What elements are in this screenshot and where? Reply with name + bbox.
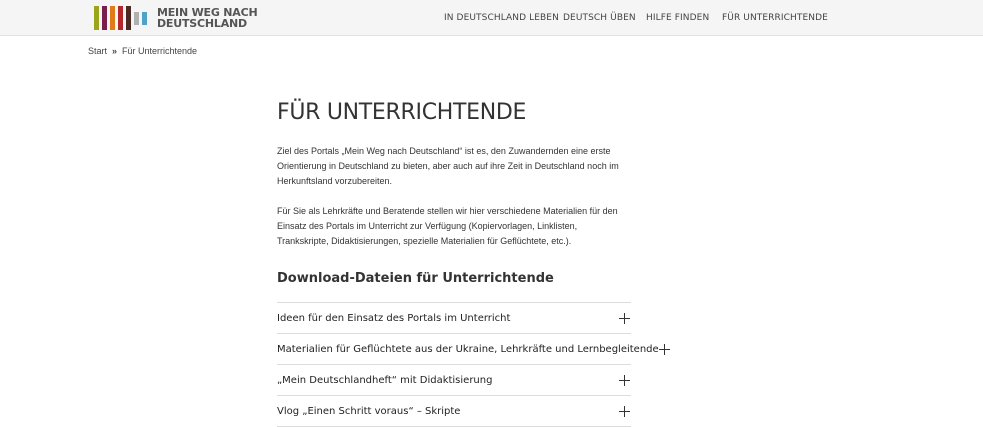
downloads-section-title: Download-Dateien für Unterrichtende: [277, 271, 554, 286]
logo-bar: [142, 11, 147, 25]
breadcrumb-current: Für Unterrichtende: [122, 46, 198, 56]
logo-bar: [102, 6, 107, 30]
accordion-item-label: Vlog „Einen Schritt voraus“ – Skripte: [277, 405, 461, 417]
logo-bar: [118, 6, 123, 30]
breadcrumb-home-link[interactable]: Start: [88, 46, 107, 56]
logo-bar: [94, 6, 99, 30]
nav-item-in-deutschland-leben[interactable]: IN DEUTSCHLAND LEBEN: [444, 13, 559, 23]
intro-paragraph: Ziel des Portals „Mein Weg nach Deutschl…: [277, 146, 619, 186]
nav-item-deutsch-ueben[interactable]: DEUTSCH ÜBEN: [563, 13, 636, 23]
logo-bar: [134, 11, 139, 25]
plus-icon[interactable]: [619, 405, 630, 417]
plus-icon[interactable]: [619, 312, 630, 324]
accordion-item-label: Materialien für Geflüchtete aus der Ukra…: [277, 343, 659, 355]
plus-icon[interactable]: [619, 374, 630, 386]
logo-bar: [126, 6, 131, 30]
accordion-item-materialien-ukraine[interactable]: Materialien für Geflüchtete aus der Ukra…: [277, 334, 670, 365]
logo-bars-icon: [94, 6, 147, 30]
page-title: FÜR UNTERRICHTENDE: [277, 100, 527, 125]
accordion-item-label: Ideen für den Einsatz des Portals im Unt…: [277, 312, 511, 324]
accordion-item-deutschlandheft[interactable]: „Mein Deutschlandheft“ mit Didaktisierun…: [277, 365, 631, 396]
downloads-accordion: Ideen für den Einsatz des Portals im Unt…: [277, 302, 670, 427]
breadcrumb-separator-icon: »: [112, 46, 118, 56]
accordion-item-ideen[interactable]: Ideen für den Einsatz des Portals im Unt…: [277, 303, 631, 334]
nav-item-hilfe-finden[interactable]: HILFE FINDEN: [646, 13, 709, 23]
logo-bar: [110, 6, 115, 30]
breadcrumb: Start » Für Unterrichtende: [88, 46, 197, 56]
main-content: FÜR UNTERRICHTENDE Ziel des Portals „Mei…: [277, 98, 670, 427]
accordion-item-vlog-skripte[interactable]: Vlog „Einen Schritt voraus“ – Skripte: [277, 396, 631, 427]
logo-wordmark: MEIN WEG NACH DEUTSCHLAND: [157, 7, 258, 29]
logo-line-2: DEUTSCHLAND: [157, 17, 247, 30]
accordion-item-label: „Mein Deutschlandheft“ mit Didaktisierun…: [277, 374, 493, 386]
nav-item-fuer-unterrichtende[interactable]: FÜR UNTERRICHTENDE: [722, 13, 828, 23]
intro-paragraph: Für Sie als Lehrkräfte und Beratende ste…: [277, 206, 618, 246]
site-logo[interactable]: MEIN WEG NACH DEUTSCHLAND: [94, 6, 258, 30]
site-header: MEIN WEG NACH DEUTSCHLAND IN DEUTSCHLAND…: [0, 0, 983, 36]
